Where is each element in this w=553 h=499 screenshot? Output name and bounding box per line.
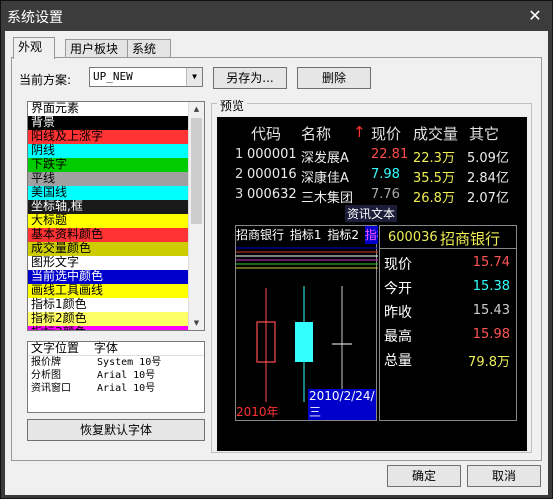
title-bar[interactable]: 系统设置 ✕ bbox=[1, 1, 552, 31]
cancel-button[interactable]: 取消 bbox=[467, 465, 541, 487]
row-volume: 22.3万 bbox=[413, 151, 455, 166]
font-face-header: 字体 bbox=[93, 341, 118, 355]
row-price: 7.98 bbox=[371, 167, 400, 182]
delete-button[interactable]: 删除 bbox=[297, 67, 371, 89]
kline-chart: 招商银行 指标1 指标2 指标 bbox=[235, 225, 378, 421]
tab-appearance[interactable]: 外观 bbox=[13, 37, 55, 59]
ui-element-item[interactable]: 指标2颜色 bbox=[28, 312, 188, 326]
ui-element-item[interactable]: 美国线 bbox=[28, 186, 188, 200]
row-other: 2.84亿 bbox=[467, 171, 509, 186]
scheme-select[interactable]: UP_NEW ▼ bbox=[89, 67, 203, 87]
ui-element-item[interactable]: 图形文字 bbox=[28, 256, 188, 270]
detail-label: 今开 bbox=[384, 281, 412, 297]
dialog-client: 外观 用户板块 系统 当前方案: UP_NEW ▼ 另存为... 删除 界面元素… bbox=[5, 31, 548, 495]
ui-elements-header: 界面元素 bbox=[28, 102, 188, 116]
row-other: 2.07亿 bbox=[467, 191, 509, 206]
scheme-value: UP_NEW bbox=[93, 70, 133, 83]
scrollbar-thumb[interactable] bbox=[191, 118, 202, 224]
row-name: 深发展A bbox=[301, 151, 349, 166]
ui-element-item[interactable]: 大标题 bbox=[28, 214, 188, 228]
col-code-header: 代码 bbox=[251, 125, 282, 143]
tab-user-sectors[interactable]: 用户板块 bbox=[65, 39, 129, 59]
preview-label: 预览 bbox=[217, 97, 248, 114]
detail-name: 招商银行 bbox=[440, 230, 501, 248]
detail-value: 15.74 bbox=[472, 255, 510, 270]
ui-element-item[interactable]: 基本资料颜色 bbox=[28, 228, 188, 242]
detail-value: 15.38 bbox=[472, 279, 510, 294]
info-text-label: 资讯文本 bbox=[345, 205, 398, 222]
ui-element-item[interactable]: 画线工具画线 bbox=[28, 284, 188, 298]
font-row-position: 报价牌 bbox=[31, 357, 61, 368]
row-name: 三木集团 bbox=[301, 191, 354, 206]
ui-elements-scrollbar[interactable]: ▲ ▼ bbox=[188, 102, 204, 330]
sort-up-arrow-icon: ↑ bbox=[353, 123, 366, 141]
chevron-down-icon[interactable]: ▼ bbox=[186, 68, 202, 86]
ui-element-item[interactable]: 当前选中颜色 bbox=[28, 270, 188, 284]
detail-value: 79.8万 bbox=[468, 355, 510, 370]
row-index: 3 bbox=[235, 187, 244, 202]
save-as-button[interactable]: 另存为... bbox=[213, 67, 287, 89]
scroll-down-icon[interactable]: ▼ bbox=[189, 316, 204, 330]
detail-label: 昨收 bbox=[384, 305, 412, 321]
ui-element-item[interactable]: 平线 bbox=[28, 172, 188, 186]
font-row-position: 分析图 bbox=[31, 370, 61, 381]
chart-date-left: 2010年 bbox=[236, 405, 279, 419]
ui-element-item[interactable]: 坐标轴,框 bbox=[28, 200, 188, 214]
font-row-position: 资讯窗口 bbox=[31, 383, 71, 394]
row-index: 2 bbox=[235, 167, 244, 182]
font-row-face: System 10号 bbox=[97, 357, 162, 368]
row-other: 5.09亿 bbox=[467, 151, 509, 166]
font-row[interactable]: 资讯窗口 Arial 10号 bbox=[28, 382, 204, 395]
row-index: 1 bbox=[235, 147, 244, 162]
ui-element-item[interactable]: 指标1颜色 bbox=[28, 298, 188, 312]
col-other-header: 其它 bbox=[469, 125, 500, 143]
ui-element-item[interactable]: 背景 bbox=[28, 116, 188, 130]
font-row-face: Arial 10号 bbox=[97, 370, 156, 381]
ui-elements-list[interactable]: 界面元素 背景 阳线及上涨字 阴线 下跌字 平线 美国线 坐标轴,框 大标题 基本资料颜色 成交量… bbox=[27, 101, 205, 331]
font-row-face: Arial 10号 bbox=[97, 383, 156, 394]
font-list-header: 文字位置 字体 bbox=[28, 342, 204, 356]
detail-code: 600036 bbox=[388, 230, 438, 245]
ok-button[interactable]: 确定 bbox=[387, 465, 461, 487]
preview-panel: 代码 名称 ↑ 现价 成交量 其它 1 000001 深发展A 22.81 22… bbox=[217, 117, 527, 451]
ui-element-item[interactable]: 下跌字 bbox=[28, 158, 188, 172]
ui-elements-list-items: 界面元素 背景 阳线及上涨字 阴线 下跌字 平线 美国线 坐标轴,框 大标题 基本资料颜色 成交量… bbox=[28, 102, 188, 330]
candle-down bbox=[295, 322, 313, 362]
col-volume-header: 成交量 bbox=[413, 125, 459, 143]
row-price: 22.81 bbox=[371, 147, 409, 162]
detail-label: 总量 bbox=[384, 353, 412, 369]
scheme-label: 当前方案: bbox=[19, 73, 72, 87]
window-title: 系统设置 bbox=[7, 10, 63, 26]
detail-label: 最高 bbox=[384, 329, 412, 345]
tab-system[interactable]: 系统 bbox=[127, 39, 171, 59]
detail-value: 15.43 bbox=[472, 303, 510, 318]
row-code: 000016 bbox=[247, 167, 297, 182]
detail-label: 现价 bbox=[384, 257, 412, 273]
row-name: 深康佳A bbox=[301, 171, 349, 186]
font-row[interactable]: 分析图 Arial 10号 bbox=[28, 369, 204, 382]
ui-element-item[interactable]: 指标3颜色 bbox=[28, 326, 188, 330]
scroll-up-icon[interactable]: ▲ bbox=[189, 102, 204, 116]
row-volume: 35.5万 bbox=[413, 171, 455, 186]
detail-divider bbox=[380, 248, 516, 249]
ui-element-item[interactable]: 阳线及上涨字 bbox=[28, 130, 188, 144]
row-code: 000632 bbox=[247, 187, 297, 202]
col-price-header: 现价 bbox=[371, 125, 402, 143]
row-code: 000001 bbox=[247, 147, 297, 162]
row-price: 7.76 bbox=[371, 187, 400, 202]
row-volume: 26.8万 bbox=[413, 191, 455, 206]
font-position-header: 文字位置 bbox=[31, 341, 80, 355]
settings-dialog: 系统设置 ✕ 外观 用户板块 系统 当前方案: UP_NEW ▼ 另存为... … bbox=[0, 0, 553, 499]
chart-date-cursor: 2010/2/24/三 bbox=[308, 389, 376, 420]
restore-default-font-button[interactable]: 恢复默认字体 bbox=[27, 419, 205, 441]
font-list[interactable]: 文字位置 字体 报价牌 System 10号 分析图 Arial 10号 资讯窗… bbox=[27, 341, 205, 413]
ui-element-item[interactable]: 阴线 bbox=[28, 144, 188, 158]
ui-element-item[interactable]: 成交量颜色 bbox=[28, 242, 188, 256]
font-row[interactable]: 报价牌 System 10号 bbox=[28, 356, 204, 369]
detail-value: 15.98 bbox=[472, 327, 510, 342]
col-name-header: 名称 bbox=[301, 125, 332, 143]
quote-detail: 600036 招商银行 现价 15.74 今开 15.38 昨收 15.43 最… bbox=[379, 225, 517, 421]
close-icon[interactable]: ✕ bbox=[524, 5, 546, 27]
